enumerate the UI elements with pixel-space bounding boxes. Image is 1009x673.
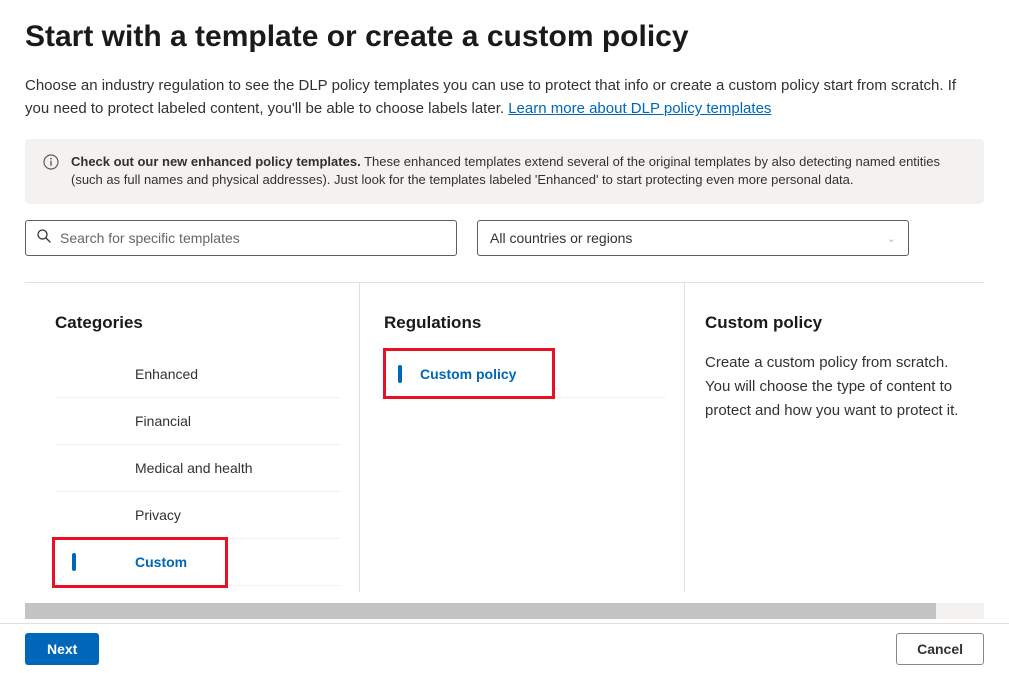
- region-select-value: All countries or regions: [490, 230, 632, 246]
- description-text: Choose an industry regulation to see the…: [25, 77, 956, 117]
- horizontal-scrollbar[interactable]: [25, 603, 984, 619]
- category-label: Medical and health: [135, 460, 253, 476]
- regulation-custom-policy[interactable]: Custom policy: [384, 351, 666, 398]
- learn-more-link[interactable]: Learn more about DLP policy templates: [508, 100, 771, 117]
- categories-column: Categories Enhanced Financial Medical an…: [25, 283, 360, 592]
- category-label: Financial: [135, 413, 191, 429]
- search-input[interactable]: [60, 230, 446, 246]
- chevron-down-icon: ⌄: [887, 232, 896, 245]
- selection-indicator: [398, 365, 402, 383]
- category-custom[interactable]: Custom: [55, 539, 341, 586]
- category-privacy[interactable]: Privacy: [55, 492, 341, 539]
- region-select[interactable]: All countries or regions ⌄: [477, 220, 909, 256]
- categories-header: Categories: [55, 313, 341, 333]
- details-text: Create a custom policy from scratch. You…: [705, 351, 974, 423]
- regulations-column: Regulations Custom policy: [360, 283, 685, 592]
- columns: Categories Enhanced Financial Medical an…: [25, 282, 984, 592]
- page-description: Choose an industry regulation to see the…: [25, 74, 984, 121]
- info-banner-text: Check out our new enhanced policy templa…: [71, 153, 966, 191]
- next-button[interactable]: Next: [25, 633, 99, 665]
- category-label: Enhanced: [135, 366, 198, 382]
- regulation-label: Custom policy: [420, 366, 516, 382]
- category-medical[interactable]: Medical and health: [55, 445, 341, 492]
- info-icon: [43, 154, 59, 170]
- categories-list: Enhanced Financial Medical and health Pr…: [55, 351, 341, 586]
- info-banner-bold: Check out our new enhanced policy templa…: [71, 154, 361, 169]
- selection-indicator: [72, 553, 76, 571]
- category-enhanced[interactable]: Enhanced: [55, 351, 341, 398]
- footer: Next Cancel: [0, 623, 1009, 673]
- search-icon: [36, 228, 60, 249]
- search-box[interactable]: [25, 220, 457, 256]
- details-column: Custom policy Create a custom policy fro…: [685, 283, 984, 592]
- scrollbar-thumb[interactable]: [25, 603, 936, 619]
- page-title: Start with a template or create a custom…: [25, 20, 984, 54]
- cancel-button[interactable]: Cancel: [896, 633, 984, 665]
- regulations-header: Regulations: [384, 313, 666, 333]
- category-label: Privacy: [135, 507, 181, 523]
- category-financial[interactable]: Financial: [55, 398, 341, 445]
- toolbar: All countries or regions ⌄: [25, 220, 984, 256]
- info-banner: Check out our new enhanced policy templa…: [25, 139, 984, 205]
- regulations-list: Custom policy: [384, 351, 666, 398]
- category-label: Custom: [135, 554, 187, 570]
- details-header: Custom policy: [705, 313, 974, 333]
